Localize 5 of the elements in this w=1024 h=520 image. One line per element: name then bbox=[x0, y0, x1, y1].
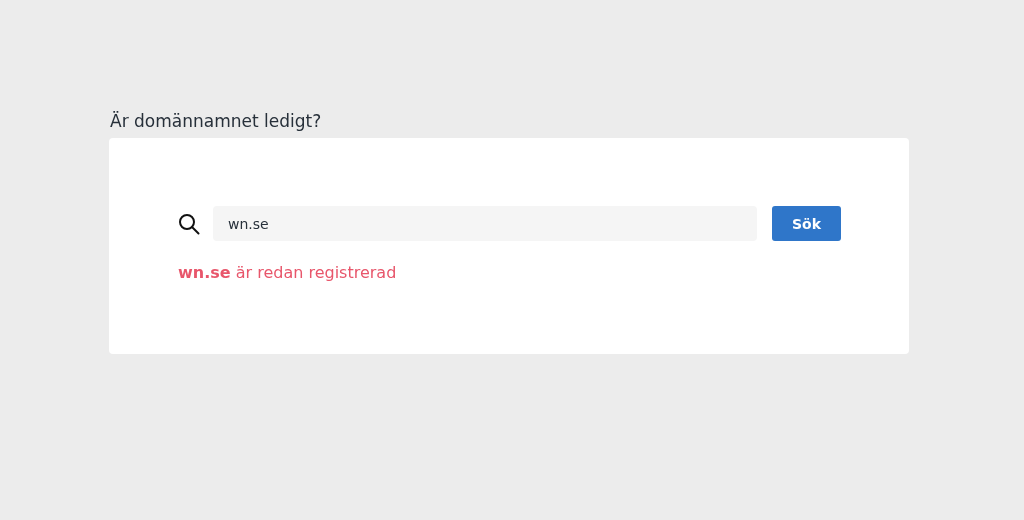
heading: Är domännamnet ledigt? bbox=[110, 110, 323, 132]
search-button[interactable]: Sök bbox=[772, 206, 841, 241]
search-icon bbox=[178, 212, 200, 235]
search-field[interactable]: wn.se bbox=[213, 206, 757, 241]
result-message: wn.se är redan registrerad bbox=[178, 262, 398, 284]
